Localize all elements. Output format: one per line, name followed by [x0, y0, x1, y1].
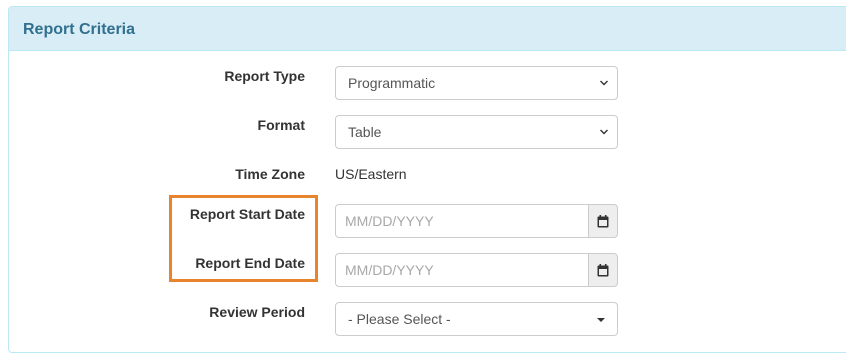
chevron-down-icon — [600, 129, 608, 135]
format-label: Format — [257, 117, 305, 133]
report-type-select[interactable]: Programmatic — [335, 66, 618, 100]
time-zone-label: Time Zone — [235, 166, 305, 182]
caret-down-icon — [597, 318, 605, 322]
review-period-label: Review Period — [209, 304, 305, 320]
report-start-date-group — [335, 204, 618, 238]
report-type-selected-value: Programmatic — [348, 75, 436, 91]
panel-title: Report Criteria — [23, 21, 136, 38]
calendar-icon — [597, 264, 609, 277]
report-type-label: Report Type — [224, 68, 305, 84]
report-end-date-group — [335, 253, 618, 287]
time-zone-value: US/Eastern — [335, 166, 407, 182]
report-start-date-input[interactable] — [335, 204, 589, 238]
review-period-selected-value: - Please Select - — [348, 311, 451, 327]
panel-heading: Report Criteria — [9, 7, 846, 51]
chevron-down-icon — [600, 80, 608, 86]
report-end-date-input[interactable] — [335, 253, 589, 287]
end-date-calendar-button[interactable] — [588, 253, 618, 287]
format-select[interactable]: Table — [335, 115, 618, 149]
calendar-icon — [597, 215, 609, 228]
review-period-select[interactable]: - Please Select - — [335, 302, 618, 336]
date-labels-highlight-box — [169, 195, 318, 282]
format-selected-value: Table — [348, 124, 382, 140]
start-date-calendar-button[interactable] — [588, 204, 618, 238]
